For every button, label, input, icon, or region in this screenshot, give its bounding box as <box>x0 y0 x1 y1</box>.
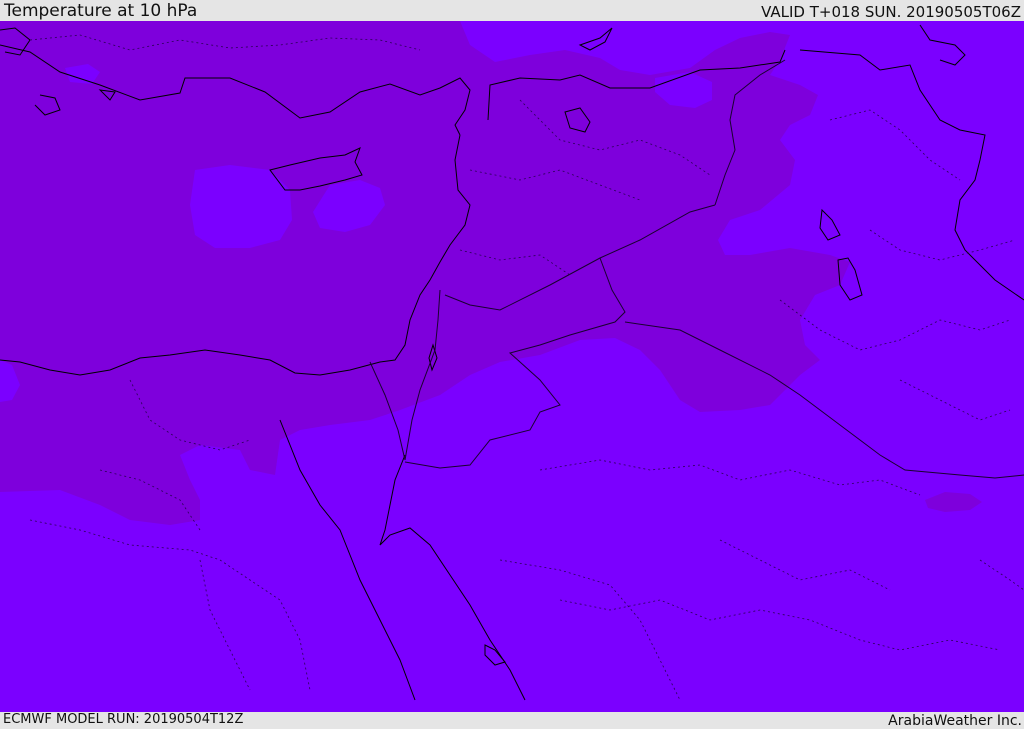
valid-time: VALID T+018 SUN. 20190505T06Z <box>761 3 1021 21</box>
model-run: ECMWF MODEL RUN: 20190504T12Z <box>3 712 244 727</box>
header-bar: Temperature at 10 hPa VALID T+018 SUN. 2… <box>0 0 1024 21</box>
map-title: Temperature at 10 hPa <box>4 1 198 21</box>
cool-blob-west <box>190 165 292 248</box>
weather-map <box>0 21 1024 712</box>
credit: ArabiaWeather Inc. <box>888 713 1022 729</box>
footer-bar: ECMWF MODEL RUN: 20190504T12Z ArabiaWeat… <box>0 712 1024 729</box>
